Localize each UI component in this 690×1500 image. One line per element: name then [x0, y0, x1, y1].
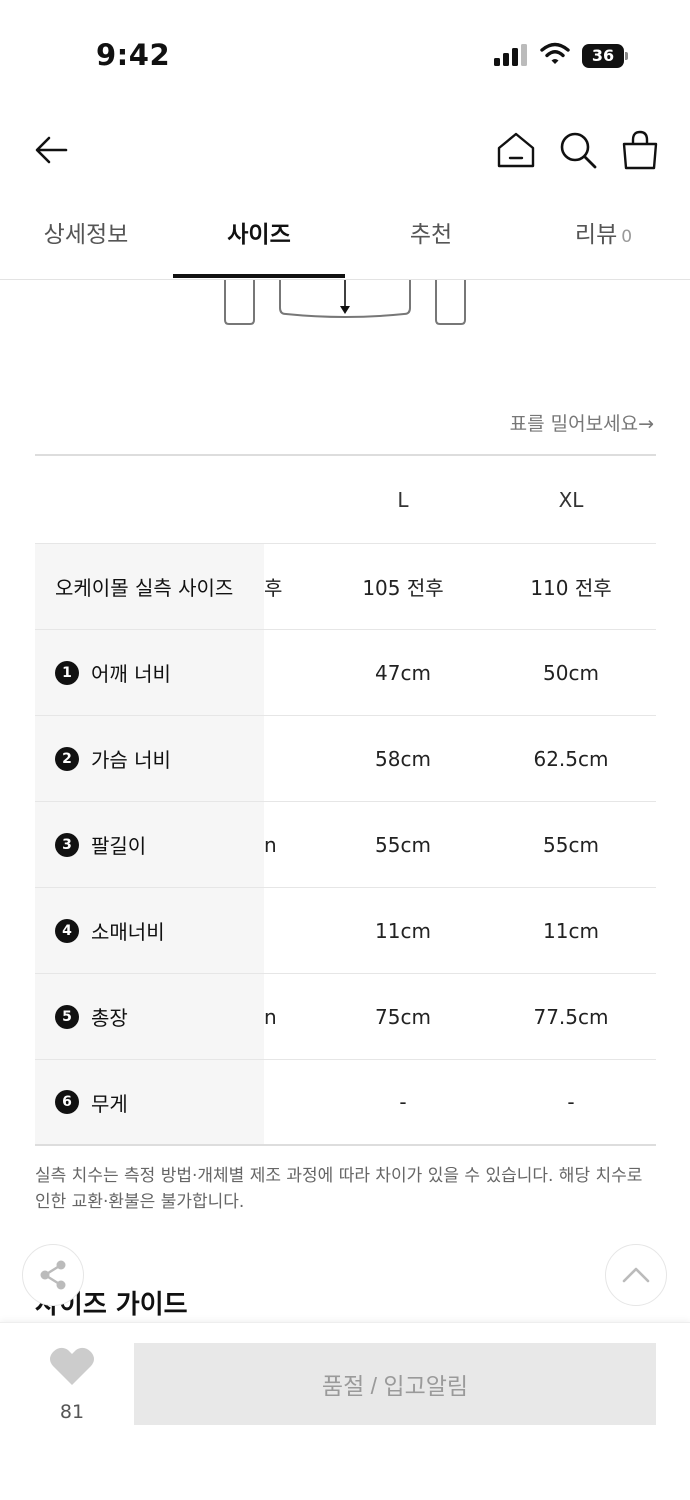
tab-recommend-label: 추천	[409, 222, 453, 248]
battery-icon: 36	[582, 44, 628, 68]
cell-xl: 55cm	[543, 832, 599, 857]
row-label: 6 무게	[35, 1060, 264, 1144]
row-label: 1 어깨 너비	[35, 630, 264, 715]
tab-size-label: 사이즈	[227, 222, 291, 248]
bottom-action-bar: 81 품절 / 입고알림	[0, 1322, 690, 1500]
chevron-up-icon	[622, 1267, 650, 1283]
battery-tip	[625, 52, 628, 60]
table-row: 6 무게 - -	[35, 1060, 656, 1146]
cell-xl: 110 전후	[530, 576, 612, 600]
like-button[interactable]: 81	[42, 1345, 102, 1425]
table-row: 4 소매너비 11cm 11cm	[35, 888, 656, 974]
row-label-text: 총장	[91, 1006, 128, 1030]
review-count: 0	[621, 227, 633, 247]
top-navigation	[0, 118, 690, 182]
share-button[interactable]	[22, 1244, 84, 1306]
search-icon[interactable]	[556, 128, 600, 172]
soldout-restock-alert-button[interactable]: 품절 / 입고알림	[134, 1343, 656, 1425]
heart-icon	[50, 1347, 94, 1385]
battery-level: 36	[582, 44, 624, 68]
share-icon	[40, 1260, 66, 1290]
number-badge: 2	[55, 746, 79, 771]
wifi-icon	[540, 42, 570, 64]
cell-xl: 11cm	[543, 918, 599, 943]
row-label: 4 소매너비	[35, 888, 264, 973]
table-row: n 5 총장 75cm 77.5cm	[35, 974, 656, 1060]
table-row: n 3 팔길이 55cm 55cm	[35, 802, 656, 888]
cell-l: 75cm	[375, 1004, 431, 1029]
active-tab-indicator	[173, 274, 345, 278]
cell-l: 11cm	[375, 918, 431, 943]
row-label-text: 팔길이	[91, 834, 147, 858]
cell-xl: 50cm	[543, 660, 599, 685]
table-row: 후 오케이몰 실측 사이즈 105 전후 110 전후	[35, 544, 656, 630]
row-label-text: 무게	[91, 1091, 128, 1116]
tab-review[interactable]: 리뷰 0	[517, 200, 690, 280]
tab-bar: 상세정보 사이즈 추천 리뷰 0	[0, 200, 690, 280]
size-notice: 실측 치수는 측정 방법·개체별 제조 과정에 따라 차이가 있을 수 있습니다…	[35, 1166, 643, 1212]
cell-xl: 62.5cm	[533, 746, 609, 771]
tab-details-label: 상세정보	[43, 222, 129, 248]
row-label-text: 소매너비	[91, 920, 165, 944]
row-label-text: 어깨 너비	[91, 662, 171, 686]
number-badge: 4	[55, 918, 79, 943]
number-badge: 3	[55, 832, 79, 857]
tab-review-label: 리뷰	[574, 222, 618, 248]
table-row: 2 가슴 너비 58cm 62.5cm	[35, 716, 656, 802]
cell-l: 105 전후	[362, 576, 444, 600]
status-bar: 9:42 36	[0, 0, 690, 100]
number-badge: 1	[55, 660, 79, 685]
partial-cell: n	[264, 1004, 277, 1029]
number-badge: 5	[55, 1004, 79, 1029]
cell-l: 58cm	[375, 746, 431, 771]
size-table[interactable]: L XL 후 오케이몰 실측 사이즈 105 전후 110 전후 1 어깨 너비 …	[35, 454, 656, 1146]
row-label: 2 가슴 너비	[35, 716, 264, 801]
partial-cell	[264, 1060, 304, 1144]
column-header-xl: XL	[558, 487, 584, 512]
number-badge: 6	[55, 1090, 79, 1114]
partial-cell	[264, 888, 304, 973]
home-icon[interactable]	[494, 128, 538, 172]
garment-measurement-illustration	[224, 280, 466, 325]
tab-details[interactable]: 상세정보	[0, 200, 172, 280]
cell-l: 47cm	[375, 660, 431, 685]
table-swipe-hint: 표를 밀어보세요→	[509, 413, 654, 435]
cellular-signal-icon	[494, 44, 527, 66]
row-label-text: 가슴 너비	[91, 748, 171, 772]
back-arrow-icon[interactable]	[30, 128, 74, 172]
like-count: 81	[59, 1401, 85, 1423]
row-label: 3 팔길이	[35, 802, 264, 887]
row-label: 오케이몰 실측 사이즈	[35, 544, 264, 629]
cell-xl: -	[567, 1090, 575, 1114]
partial-cell	[264, 716, 304, 801]
shopping-bag-icon[interactable]	[618, 128, 662, 172]
cell-l: 55cm	[375, 832, 431, 857]
table-header-row: L XL	[35, 456, 656, 544]
tab-size[interactable]: 사이즈	[173, 200, 345, 280]
partial-cell: n	[264, 832, 277, 857]
row-label-text: 오케이몰 실측 사이즈	[55, 576, 234, 600]
cell-l: -	[399, 1090, 407, 1114]
partial-cell	[264, 630, 304, 715]
cell-xl: 77.5cm	[533, 1004, 609, 1029]
tab-recommend[interactable]: 추천	[345, 200, 517, 280]
scroll-to-top-button[interactable]	[605, 1244, 667, 1306]
status-time: 9:42	[96, 38, 171, 72]
column-header-l: L	[397, 487, 409, 512]
table-row: 1 어깨 너비 47cm 50cm	[35, 630, 656, 716]
partial-cell: 후	[264, 576, 283, 600]
row-label: 5 총장	[35, 974, 264, 1059]
